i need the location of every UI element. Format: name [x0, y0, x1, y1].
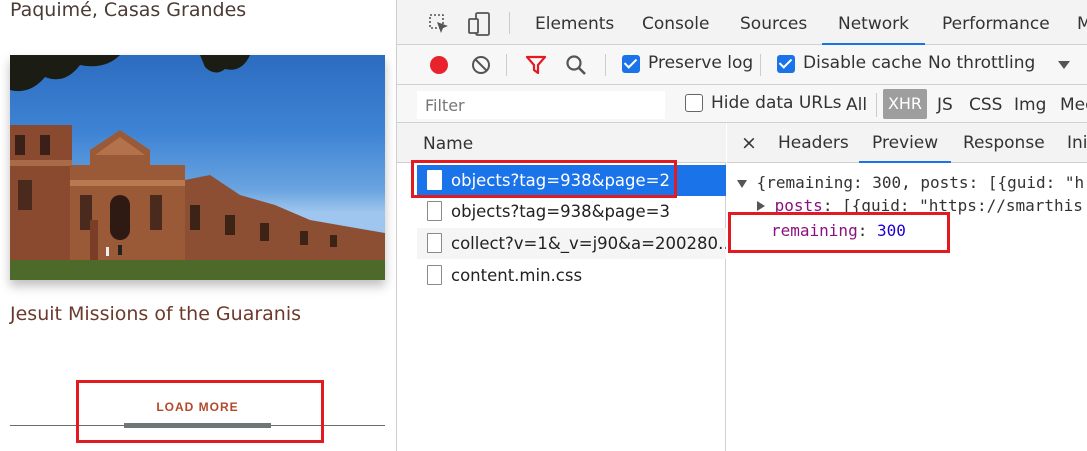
- tab-headers[interactable]: Headers: [778, 123, 849, 163]
- file-icon: [427, 201, 442, 221]
- requests-list: Name objects?tag=938&page=2 objects?tag=…: [397, 123, 726, 451]
- toolbar-separator: [506, 54, 507, 76]
- devtools-panel: Elements Console Sources Network Perform…: [396, 0, 1087, 451]
- card-title[interactable]: Jesuit Missions of the Guaranis: [10, 303, 301, 325]
- disable-cache-label[interactable]: Disable cache: [803, 53, 922, 73]
- request-name: objects?tag=938&page=2: [451, 171, 670, 190]
- preserve-log-checkbox[interactable]: [622, 55, 640, 73]
- load-more-underline: [124, 423, 271, 428]
- toolbar-separator: [760, 54, 761, 76]
- tab-initiator[interactable]: Ini: [1067, 123, 1087, 163]
- hide-data-urls-label[interactable]: Hide data URLs: [711, 93, 841, 113]
- network-toolbar: Preserve log Disable cache No throttling: [397, 45, 1087, 85]
- load-more-button[interactable]: LOAD MORE: [124, 400, 271, 414]
- request-name: content.min.css: [451, 266, 583, 285]
- filter-type-img[interactable]: Img: [1014, 95, 1046, 115]
- clear-icon[interactable]: [470, 55, 492, 75]
- preview-summary: {remaining: 300, posts: [{guid: "h: [756, 173, 1085, 192]
- detail-tabbar: × Headers Preview Response Ini: [727, 123, 1087, 163]
- chevron-down-icon[interactable]: [1057, 58, 1071, 72]
- record-icon[interactable]: [427, 55, 451, 75]
- preserve-log-label[interactable]: Preserve log: [648, 53, 753, 73]
- filter-separator: [876, 93, 877, 117]
- name-column-header[interactable]: Name: [397, 123, 726, 163]
- preview-posts-node[interactable]: posts: [{guid: "https://smarthis: [757, 196, 1083, 215]
- filter-type-xhr[interactable]: XHR: [883, 89, 927, 119]
- file-icon: [427, 233, 442, 253]
- inspect-element-icon[interactable]: [427, 12, 451, 36]
- tab-more[interactable]: M: [1077, 0, 1087, 45]
- throttling-select[interactable]: No throttling: [928, 53, 1035, 73]
- search-icon[interactable]: [565, 54, 587, 76]
- request-row[interactable]: objects?tag=938&page=2: [417, 165, 726, 196]
- tab-sources[interactable]: Sources: [740, 0, 807, 45]
- request-detail-pane: × Headers Preview Response Ini {remainin…: [727, 123, 1087, 451]
- tab-preview[interactable]: Preview: [859, 123, 952, 163]
- tab-elements[interactable]: Elements: [535, 0, 614, 45]
- filter-type-css[interactable]: CSS: [969, 95, 1002, 115]
- toolbar-separator: [509, 12, 510, 34]
- tab-console[interactable]: Console: [642, 0, 710, 45]
- request-row[interactable]: objects?tag=938&page=3: [417, 196, 726, 227]
- request-row[interactable]: content.min.css: [417, 260, 726, 291]
- posts-value: [{guid: "https://smarthis: [842, 196, 1083, 215]
- previous-card-title[interactable]: Paquimé, Casas Grandes: [10, 0, 246, 21]
- web-page: Paquimé, Casas Grandes Jesuit Missions o…: [0, 0, 396, 451]
- file-icon: [427, 170, 442, 190]
- tab-performance[interactable]: Performance: [942, 0, 1050, 45]
- filter-type-js[interactable]: JS: [937, 95, 953, 115]
- request-name: objects?tag=938&page=3: [451, 202, 670, 221]
- request-name: collect?v=1&_v=j90&a=200280…: [451, 234, 726, 253]
- remaining-key: remaining: [771, 221, 858, 240]
- mission-ruins-photo: [10, 55, 385, 280]
- close-icon[interactable]: ×: [741, 123, 757, 163]
- filter-input[interactable]: [417, 91, 665, 119]
- expand-triangle-icon: [737, 180, 747, 188]
- filter-type-media[interactable]: Med: [1060, 95, 1087, 115]
- file-icon: [427, 265, 442, 285]
- posts-key: posts: [774, 196, 823, 215]
- preview-root-node[interactable]: {remaining: 300, posts: [{guid: "h: [737, 173, 1084, 192]
- collapse-triangle-icon: [757, 201, 765, 211]
- tab-response[interactable]: Response: [963, 123, 1045, 163]
- request-row[interactable]: collect?v=1&_v=j90&a=200280…: [417, 228, 726, 259]
- device-toolbar-icon[interactable]: [467, 11, 491, 37]
- filter-funnel-icon[interactable]: [524, 55, 548, 75]
- filter-type-all[interactable]: All: [846, 95, 867, 115]
- hide-data-urls-checkbox[interactable]: [685, 94, 703, 112]
- remaining-value: 300: [876, 221, 906, 240]
- preview-remaining-node[interactable]: remaining: 300: [771, 221, 906, 240]
- toolbar-separator: [605, 54, 606, 76]
- tab-network[interactable]: Network: [822, 0, 925, 45]
- card-image[interactable]: [10, 55, 385, 280]
- devtools-tabbar: Elements Console Sources Network Perform…: [397, 0, 1087, 45]
- disable-cache-checkbox[interactable]: [777, 55, 795, 73]
